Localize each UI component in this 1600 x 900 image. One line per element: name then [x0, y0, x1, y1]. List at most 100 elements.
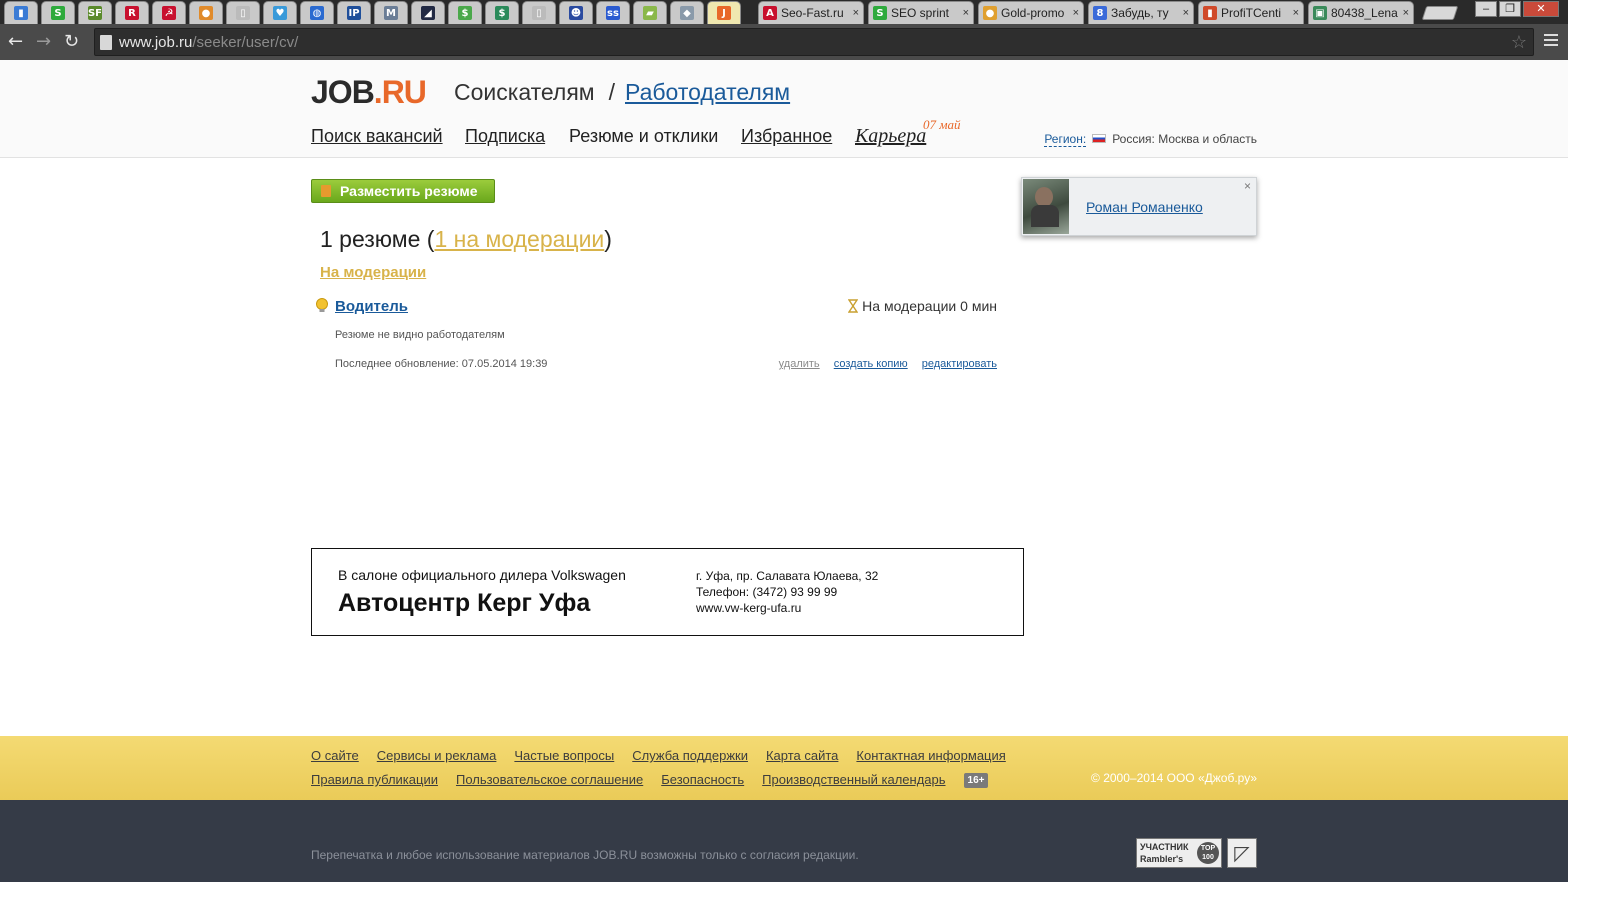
- browser-tab[interactable]: ● Gold-promo ×: [978, 1, 1084, 24]
- pinned-tab[interactable]: $: [485, 1, 519, 24]
- address-bar[interactable]: www.job.ru/seeker/user/cv/ ☆: [94, 28, 1534, 56]
- pinned-tab[interactable]: ☭: [152, 1, 186, 24]
- pinned-tab[interactable]: ♥: [263, 1, 297, 24]
- tab-close-icon[interactable]: ×: [963, 7, 969, 19]
- r-icon: R: [125, 6, 139, 20]
- menu-item-search[interactable]: Поиск вакансий: [311, 126, 443, 147]
- rambler-top100-counter[interactable]: УЧАСТНИК Rambler's TOP 100: [1136, 838, 1222, 868]
- resume-title-link[interactable]: Водитель: [335, 298, 408, 315]
- menu-item-career[interactable]: Карьера: [855, 125, 926, 148]
- maximize-button[interactable]: ❐: [1499, 1, 1521, 17]
- footer-link[interactable]: Контактная информация: [856, 748, 1005, 763]
- bars-chart-icon: ▮: [14, 6, 28, 20]
- delete-resume-link[interactable]: удалить: [779, 358, 820, 370]
- footer-link[interactable]: Безопасность: [661, 772, 744, 787]
- browser-tab[interactable]: ▮ ProfiTCenti ×: [1198, 1, 1304, 24]
- pinned-tab[interactable]: ●: [189, 1, 223, 24]
- close-icon[interactable]: ×: [1244, 179, 1251, 193]
- page: JOB.RU Соискателям / Работодателям Поиск в…: [0, 60, 1568, 882]
- pinned-tab[interactable]: ss: [596, 1, 630, 24]
- footer-link[interactable]: Частые вопросы: [514, 748, 614, 763]
- browser-tab[interactable]: 8 Забудь, ту ×: [1088, 1, 1194, 24]
- reprint-notice: Перепечатка и любое использование матери…: [311, 848, 859, 862]
- pinned-tab[interactable]: ◆: [670, 1, 704, 24]
- pinned-tab[interactable]: R: [115, 1, 149, 24]
- pinned-tab[interactable]: ▯: [226, 1, 260, 24]
- footer-link[interactable]: Правила публикации: [311, 772, 438, 787]
- tab-close-icon[interactable]: ×: [1073, 7, 1079, 19]
- resume-actions: удалить создать копию редактировать: [768, 358, 997, 370]
- g-icon: 8: [1093, 6, 1107, 20]
- bars-chart-icon: ▮: [1203, 6, 1217, 20]
- pinned-tab[interactable]: ☻: [559, 1, 593, 24]
- pinned-tab[interactable]: SF: [78, 1, 112, 24]
- browser-tab[interactable]: S SEO sprint ×: [868, 1, 974, 24]
- browser-tab[interactable]: A Seo-Fast.ru ×: [758, 1, 864, 24]
- pinned-tab[interactable]: M: [374, 1, 408, 24]
- m-icon: M: [384, 6, 398, 20]
- post-resume-button[interactable]: Разместить резюме: [311, 179, 495, 203]
- copyright: © 2000–2014 ООО «Джоб.ру»: [1091, 771, 1257, 785]
- region-selector: Регион: Россия: Москва и область: [1044, 132, 1257, 147]
- footer-link[interactable]: Пользовательское соглашение: [456, 772, 643, 787]
- avatar[interactable]: [1023, 179, 1069, 234]
- back-icon[interactable]: ←: [8, 32, 23, 52]
- moderation-section-title[interactable]: На модерации: [320, 264, 426, 281]
- footer-link[interactable]: Сервисы и реклама: [377, 748, 497, 763]
- pinned-tab[interactable]: ▰: [633, 1, 667, 24]
- moderation-count-link[interactable]: 1 на модерации: [434, 226, 604, 252]
- ip-icon: IP: [347, 6, 361, 20]
- ad-contacts: г. Уфа, пр. Салавата Юлаева, 32 Телефон:…: [696, 569, 879, 615]
- ad-brand: Автоцентр Керг Уфа: [338, 589, 591, 617]
- url-text: www.job.ru/seeker/user/cv/: [119, 34, 299, 51]
- pinned-tab[interactable]: S: [41, 1, 75, 24]
- employers-link[interactable]: Работодателям: [625, 79, 790, 105]
- tab-close-icon[interactable]: ×: [853, 7, 859, 19]
- job-j-icon: J: [717, 6, 731, 20]
- forward-icon[interactable]: →: [36, 32, 51, 52]
- site-logo[interactable]: JOB.RU: [311, 74, 427, 111]
- tab-close-icon[interactable]: ×: [1293, 7, 1299, 19]
- site-header: JOB.RU Соискателям / Работодателям Поиск в…: [0, 60, 1568, 158]
- browser-tab[interactable]: ▣ 80438_Lena ×: [1308, 1, 1414, 24]
- browser-menu-icon[interactable]: [1544, 34, 1558, 49]
- dollar-s-icon: S: [51, 6, 65, 20]
- menu-item-favorites[interactable]: Избранное: [741, 126, 832, 147]
- advertisement-banner[interactable]: В салоне официального дилера Volkswagen …: [311, 548, 1024, 636]
- minimize-button[interactable]: –: [1475, 1, 1497, 17]
- tab-close-icon[interactable]: ×: [1403, 7, 1409, 19]
- region-label[interactable]: Регион:: [1044, 132, 1087, 147]
- footer-link[interactable]: Служба поддержки: [632, 748, 748, 763]
- close-window-button[interactable]: ✕: [1523, 1, 1559, 17]
- footer-link[interactable]: Карта сайта: [766, 748, 838, 763]
- bookmark-star-icon[interactable]: ☆: [1511, 32, 1527, 53]
- footer-link[interactable]: О сайте: [311, 748, 359, 763]
- pinned-tab[interactable]: ◢: [411, 1, 445, 24]
- dollar-box-icon: $: [495, 6, 509, 20]
- edit-resume-link[interactable]: редактировать: [922, 358, 997, 370]
- tab-close-icon[interactable]: ×: [1183, 7, 1189, 19]
- pinned-tab[interactable]: $: [448, 1, 482, 24]
- folder-icon: ▰: [643, 6, 657, 20]
- pinned-tab[interactable]: ▮: [4, 1, 38, 24]
- user-name-link[interactable]: Роман Романенко: [1086, 199, 1203, 215]
- career-date: 07 май: [923, 117, 961, 132]
- reload-icon[interactable]: ↻: [64, 32, 79, 52]
- resume-last-updated: Последнее обновление: 07.05.2014 19:39: [335, 358, 548, 370]
- pinned-tab[interactable]: ▯: [522, 1, 556, 24]
- separator: /: [608, 79, 615, 105]
- pinned-tab[interactable]: ◍: [300, 1, 334, 24]
- liveinternet-counter-icon[interactable]: ◸: [1227, 838, 1257, 868]
- tab-title: 80438_Lena: [1331, 6, 1398, 20]
- pinned-tab[interactable]: J: [707, 1, 741, 24]
- copy-resume-link[interactable]: создать копию: [834, 358, 908, 370]
- browser-toolbar: ← → ↻ www.job.ru/seeker/user/cv/ ☆: [0, 24, 1568, 60]
- pinned-tab[interactable]: IP: [337, 1, 371, 24]
- footer-link[interactable]: Производственный календарь: [762, 772, 945, 787]
- footer-bottom: Перепечатка и любое использование матери…: [0, 800, 1568, 882]
- tab-title: SEO sprint: [891, 6, 950, 20]
- age-rating-badge: 16+: [963, 773, 989, 789]
- new-tab-button[interactable]: [1421, 6, 1459, 20]
- post-resume-label: Разместить резюме: [340, 183, 478, 199]
- menu-item-subscription[interactable]: Подписка: [465, 126, 545, 147]
